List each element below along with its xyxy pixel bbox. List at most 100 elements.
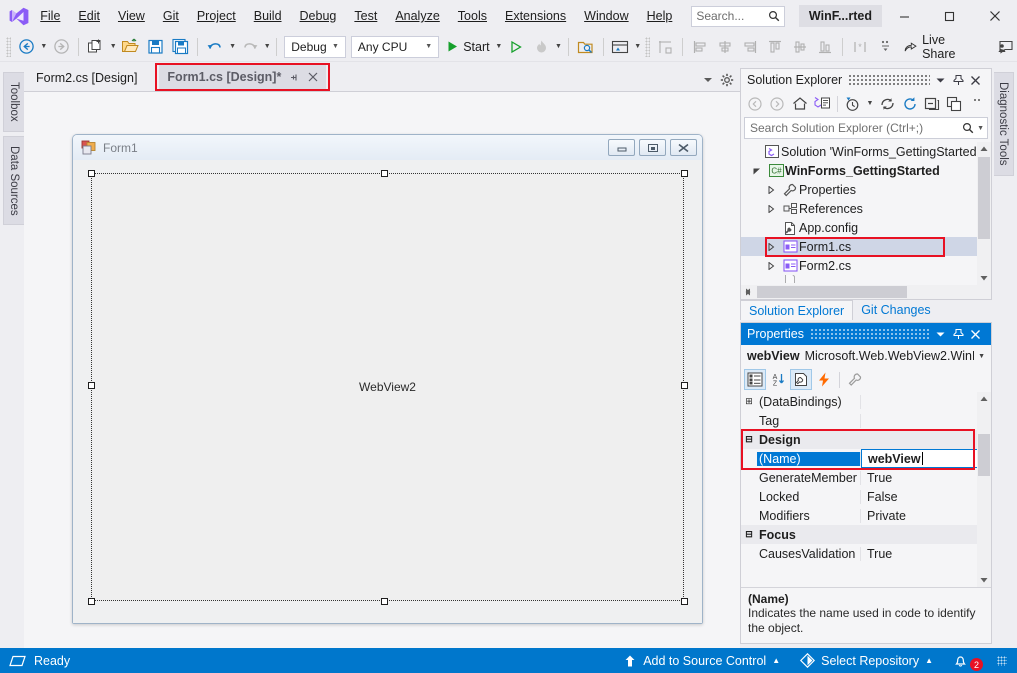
category-expander[interactable]: ⊟	[741, 529, 757, 540]
redo-dropdown[interactable]: ▼	[263, 43, 272, 50]
chevron-down-icon[interactable]	[936, 331, 953, 338]
tree-item-form2[interactable]: Form2.cs	[741, 256, 991, 275]
resize-handle-nw[interactable]	[88, 170, 95, 177]
resize-handle-n[interactable]	[381, 170, 388, 177]
preview-window-icon[interactable]	[608, 35, 632, 59]
property-pages-icon[interactable]	[844, 369, 866, 390]
menu-view[interactable]: View	[109, 5, 154, 27]
overflow-icon[interactable]	[967, 93, 989, 114]
align-centers-icon[interactable]	[713, 35, 737, 59]
tree-hscroll-thumb[interactable]	[757, 286, 907, 298]
properties-grid[interactable]: ⊞ (DataBindings) Tag ⊟ Design	[741, 392, 991, 587]
chevron-down-icon[interactable]	[702, 75, 714, 85]
collapse-all-icon[interactable]	[921, 93, 943, 114]
back-arrow-icon[interactable]	[744, 93, 766, 114]
property-key-name[interactable]: (Name)	[757, 452, 861, 466]
menu-project[interactable]: Project	[188, 5, 245, 27]
send-feedback-icon[interactable]	[993, 35, 1017, 59]
resize-handle-e[interactable]	[681, 382, 688, 389]
properties-scroll-thumb[interactable]	[978, 434, 990, 476]
start-debug-button[interactable]: Start	[442, 35, 493, 59]
window-resize-grip[interactable]	[997, 656, 1007, 666]
tree-vertical-scrollbar[interactable]	[977, 142, 991, 285]
refresh-icon[interactable]	[899, 93, 921, 114]
solution-tree[interactable]: Solution 'WinForms_GettingStarted' (1 C#…	[741, 142, 991, 299]
align-tops-icon[interactable]	[763, 35, 787, 59]
form-maximize-button[interactable]	[639, 139, 666, 156]
chevron-down-icon[interactable]	[936, 77, 953, 84]
solution-explorer-search-input[interactable]: Search Solution Explorer (Ctrl+;) ▼	[744, 117, 988, 139]
undo-icon[interactable]	[203, 35, 227, 59]
property-category-design[interactable]: ⊟ Design	[741, 430, 991, 449]
tree-item-references[interactable]: References	[741, 199, 991, 218]
alphabetical-icon[interactable]: AZ	[767, 369, 789, 390]
property-row[interactable]: Locked False	[741, 487, 991, 506]
form-minimize-button[interactable]	[608, 139, 635, 156]
live-share-button[interactable]: Live Share	[898, 35, 974, 59]
header-drag-dots[interactable]	[848, 75, 930, 86]
resize-handle-sw[interactable]	[88, 598, 95, 605]
property-expander[interactable]: ⊞	[741, 396, 757, 407]
menu-analyze[interactable]: Analyze	[386, 5, 448, 27]
scroll-up-arrow[interactable]	[977, 142, 991, 156]
scroll-right-arrow[interactable]	[741, 285, 755, 299]
show-all-files-icon[interactable]	[944, 93, 966, 114]
resize-handle-ne[interactable]	[681, 170, 688, 177]
events-icon[interactable]	[813, 369, 835, 390]
notifications-button[interactable]: 2	[945, 648, 989, 673]
scroll-down-arrow[interactable]	[977, 271, 991, 285]
property-row[interactable]: ⊞ (DataBindings)	[741, 392, 991, 411]
tree-horizontal-scrollbar[interactable]	[741, 285, 991, 299]
form-designer-window[interactable]: Form1 WebView2	[72, 134, 703, 624]
gear-icon[interactable]	[720, 73, 734, 87]
align-middles-icon[interactable]	[788, 35, 812, 59]
navigate-backward-icon[interactable]	[14, 35, 38, 59]
add-to-source-control-button[interactable]: Add to Source Control ▲	[615, 648, 788, 673]
new-project-icon[interactable]	[84, 35, 108, 59]
sync-with-active-document-icon[interactable]	[876, 93, 898, 114]
pin-icon[interactable]	[953, 74, 970, 86]
resize-handle-se[interactable]	[681, 598, 688, 605]
winforms-designer-surface[interactable]: Form1 WebView2	[24, 91, 740, 648]
align-rights-icon[interactable]	[738, 35, 762, 59]
maximize-button[interactable]	[927, 0, 972, 32]
make-same-size-icon[interactable]: *	[848, 35, 872, 59]
tree-item-project[interactable]: C# WinForms_GettingStarted	[741, 161, 991, 180]
navigate-forward-icon[interactable]	[49, 35, 73, 59]
close-icon[interactable]	[970, 75, 987, 86]
menu-test[interactable]: Test	[345, 5, 386, 27]
header-drag-dots[interactable]	[810, 329, 930, 340]
menu-build[interactable]: Build	[245, 5, 291, 27]
start-dropdown[interactable]: ▼	[495, 43, 504, 50]
webview2-control[interactable]: WebView2	[91, 173, 684, 601]
forward-arrow-icon[interactable]	[767, 93, 789, 114]
chevron-down-icon[interactable]: ▼	[974, 125, 984, 132]
categorized-icon[interactable]	[744, 369, 766, 390]
category-expander[interactable]: ⊟	[741, 434, 757, 445]
sidebar-item-toolbox[interactable]: Toolbox	[3, 72, 24, 132]
menu-help[interactable]: Help	[638, 5, 682, 27]
tree-expander-expanded[interactable]	[753, 167, 767, 175]
tree-item-app-config[interactable]: App.config	[741, 218, 991, 237]
resize-handle-s[interactable]	[381, 598, 388, 605]
select-repository-button[interactable]: Select Repository ▲	[792, 648, 941, 673]
tree-item-solution[interactable]: Solution 'WinForms_GettingStarted' (1	[741, 142, 991, 161]
home-icon[interactable]	[789, 93, 811, 114]
close-button[interactable]	[972, 0, 1017, 32]
property-value[interactable]: True	[861, 471, 991, 485]
tab-form1-design[interactable]: Form1.cs [Design]*	[159, 65, 326, 89]
sidebar-item-diagnostic-tools[interactable]: Diagnostic Tools	[994, 72, 1014, 176]
toolbar-options-icon[interactable]	[873, 35, 897, 59]
solution-platform-combo[interactable]: Any CPU ▼	[351, 36, 439, 58]
scroll-down-arrow[interactable]	[977, 573, 991, 587]
hot-reload-dropdown[interactable]: ▼	[554, 43, 563, 50]
redo-icon[interactable]	[238, 35, 262, 59]
tree-expander[interactable]	[767, 243, 781, 251]
pin-icon[interactable]	[289, 72, 300, 83]
new-project-dropdown[interactable]: ▼	[109, 43, 118, 50]
close-icon[interactable]	[308, 72, 318, 82]
resize-handle-w[interactable]	[88, 382, 95, 389]
tree-expander[interactable]	[767, 262, 781, 270]
menu-edit[interactable]: Edit	[69, 5, 109, 27]
start-without-debugging-icon[interactable]	[504, 35, 528, 59]
